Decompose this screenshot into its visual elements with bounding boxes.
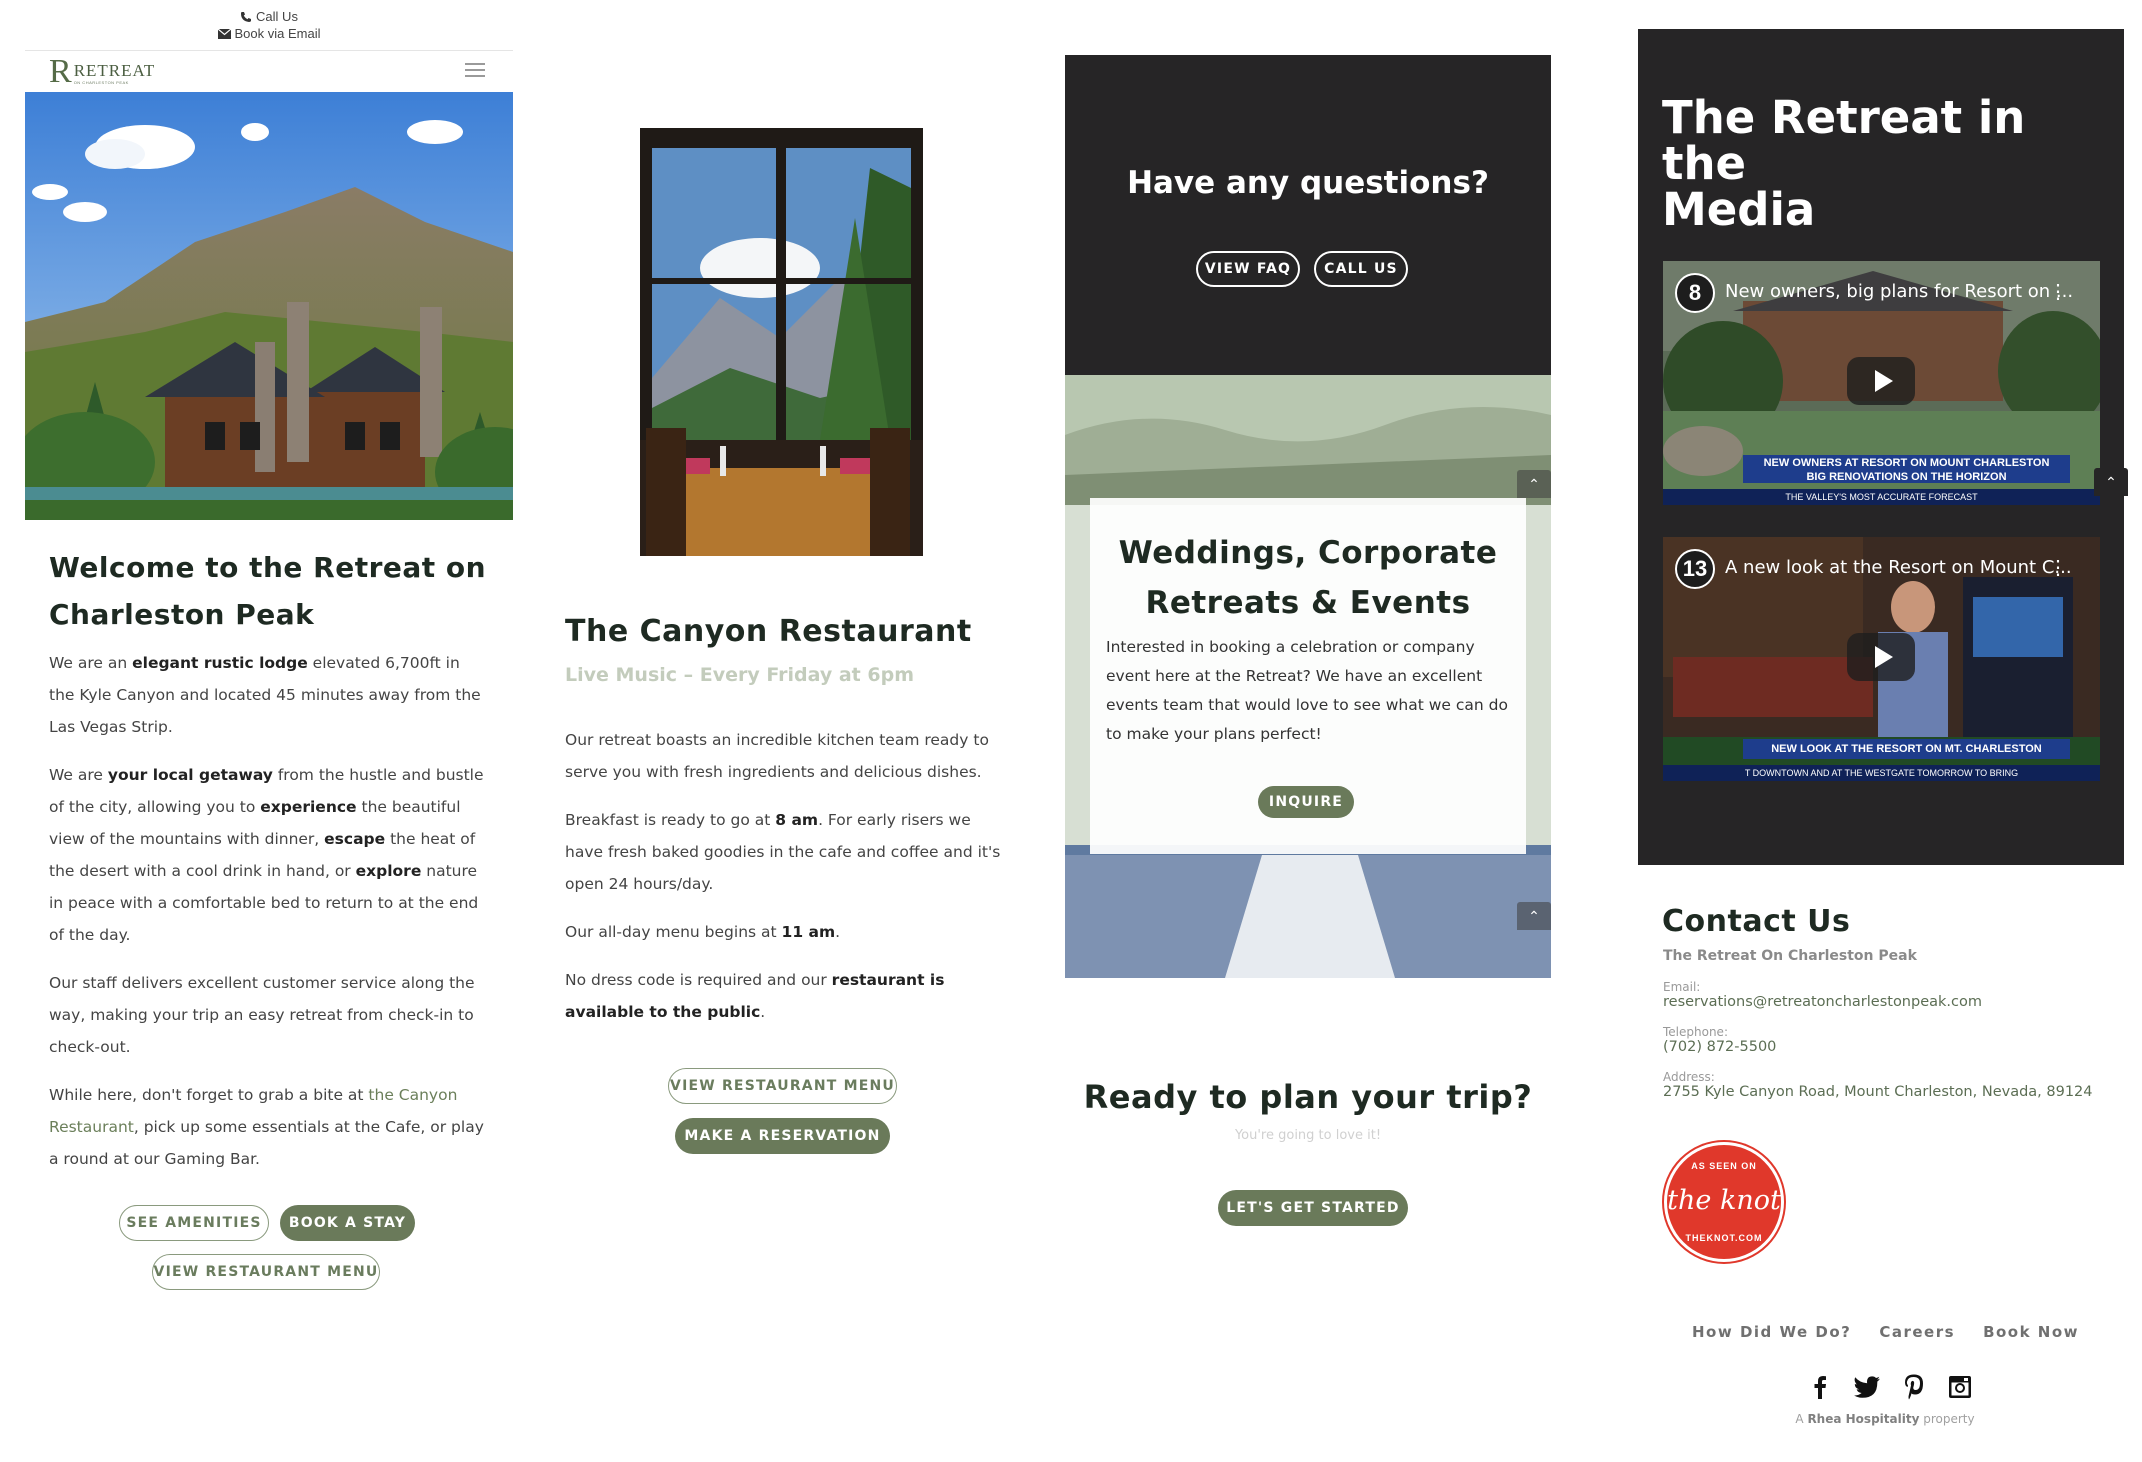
- video-player-1[interactable]: 8 New owners, big plans for Resort on ..…: [1663, 261, 2100, 505]
- video-2-ticker: T DOWNTOWN AND AT THE WESTGATE TOMORROW …: [1663, 765, 2100, 781]
- questions-title: Have any questions?: [1127, 165, 1489, 201]
- events-title: Weddings, Corporate Retreats & Events: [1118, 535, 1498, 621]
- play-icon[interactable]: [1847, 357, 1915, 405]
- call-us-link[interactable]: Call Us: [25, 8, 513, 25]
- channel-13-logo: 13: [1675, 549, 1715, 589]
- contact-title: Contact Us: [1662, 904, 1851, 939]
- restaurant-window-image: [640, 128, 923, 556]
- book-now-link[interactable]: Book Now: [1983, 1323, 2079, 1341]
- menu-icon[interactable]: [465, 63, 485, 77]
- scroll-up-icon-2[interactable]: ⌃: [1517, 902, 1551, 930]
- contact-address-block: Address: 2755 Kyle Canyon Road, Mount Ch…: [1663, 1070, 2093, 1100]
- logo-tagline: ON CHARLESTON PEAK: [73, 80, 129, 85]
- scroll-up-icon[interactable]: ⌃: [1517, 470, 1551, 498]
- rhea-hospitality-link[interactable]: Rhea Hospitality: [1807, 1412, 1919, 1426]
- media-title: The Retreat in the Media: [1662, 91, 2026, 236]
- facebook-icon[interactable]: [1806, 1373, 1834, 1401]
- book-email-label: Book via Email: [234, 26, 321, 41]
- email-link[interactable]: reservations@retreatoncharlestonpeak.com: [1663, 994, 1982, 1010]
- restaurant-menu-button[interactable]: VIEW RESTAURANT MENU: [668, 1068, 897, 1104]
- play-icon-2[interactable]: [1847, 633, 1915, 681]
- restaurant-paragraph-1: Our retreat boasts an incredible kitchen…: [565, 731, 989, 781]
- events-body: Interested in booking a celebration or c…: [1106, 638, 1508, 743]
- call-us-button[interactable]: CALL US: [1314, 251, 1408, 287]
- address-label: Address:: [1663, 1070, 1715, 1084]
- restaurant-paragraph-4: No dress code is required and our restau…: [565, 971, 945, 1021]
- channel-8-logo: 8: [1675, 273, 1715, 313]
- restaurant-body: Our retreat boasts an incredible kitchen…: [565, 724, 1005, 1044]
- call-us-label: Call Us: [256, 9, 298, 24]
- video-1-title: New owners, big plans for Resort on ...: [1725, 281, 2074, 302]
- welcome-paragraph-3: Our staff delivers excellent customer se…: [49, 974, 475, 1056]
- view-faq-button[interactable]: VIEW FAQ: [1196, 251, 1300, 287]
- logo-name: RETREAT: [73, 61, 156, 80]
- envelope-icon: [217, 28, 231, 39]
- welcome-paragraph-1: We are an elegant rustic lodge elevated …: [49, 654, 481, 736]
- email-label: Email:: [1663, 980, 1701, 994]
- welcome-paragraph-2: We are your local getaway from the hustl…: [49, 766, 484, 944]
- restaurant-paragraph-3: Our all-day menu begins at 11 am.: [565, 923, 841, 941]
- phone-link[interactable]: (702) 872-5500: [1663, 1039, 1776, 1055]
- the-knot-badge[interactable]: AS SEEN ON the knot THEKNOT.COM: [1664, 1142, 1784, 1262]
- video-2-title: A new look at the Resort on Mount C...: [1725, 557, 2072, 578]
- events-card: Weddings, Corporate Retreats & Events In…: [1090, 498, 1526, 854]
- instagram-icon[interactable]: [1946, 1373, 1974, 1401]
- how-did-we-do-link[interactable]: How Did We Do?: [1692, 1323, 1851, 1341]
- book-a-stay-button[interactable]: BOOK A STAY: [280, 1205, 415, 1241]
- more-options-icon-2[interactable]: ⋮: [2048, 555, 2068, 580]
- plan-trip-title: Ready to plan your trip?: [1083, 1078, 1533, 1116]
- make-reservation-button[interactable]: MAKE A RESERVATION: [675, 1118, 890, 1154]
- contact-phone-block: Telephone: (702) 872-5500: [1663, 1025, 1776, 1055]
- phone-icon: [241, 11, 252, 22]
- restaurant-title: The Canyon Restaurant: [565, 614, 972, 649]
- questions-section: Have any questions? VIEW FAQ CALL US: [1065, 55, 1551, 375]
- footer-credit: A Rhea Hospitality property: [1795, 1412, 1975, 1426]
- site-header: R RETREAT ON CHARLESTON PEAK: [25, 50, 513, 92]
- contact-email-block: Email: reservations@retreatoncharlestonp…: [1663, 980, 1982, 1010]
- scroll-up-icon-3[interactable]: ⌃: [2094, 468, 2128, 496]
- twitter-icon[interactable]: [1853, 1373, 1881, 1401]
- see-amenities-button[interactable]: SEE AMENITIES: [119, 1205, 269, 1241]
- restaurant-paragraph-2: Breakfast is ready to go at 8 am. For ea…: [565, 811, 1001, 893]
- lets-get-started-button[interactable]: LET'S GET STARTED: [1218, 1190, 1408, 1226]
- more-options-icon[interactable]: ⋮: [2048, 279, 2068, 304]
- contact-org: The Retreat On Charleston Peak: [1663, 948, 1917, 964]
- pinterest-icon[interactable]: [1900, 1373, 1928, 1401]
- video-2-banner: NEW LOOK AT THE RESORT ON MT. CHARLESTON: [1743, 739, 2070, 759]
- welcome-body: We are an elegant rustic lodge elevated …: [49, 647, 489, 1191]
- home-panel: Call Us Book via Email R RETREAT ON CHAR…: [0, 0, 520, 1462]
- logo-letter: R: [49, 53, 72, 90]
- restaurant-subtitle: Live Music – Every Friday at 6pm: [565, 664, 914, 686]
- video-player-2[interactable]: 13 A new look at the Resort on Mount C..…: [1663, 537, 2100, 781]
- inquire-button[interactable]: INQUIRE: [1258, 786, 1354, 818]
- plan-trip-subtitle: You're going to love it!: [1234, 1128, 1382, 1143]
- top-contact-bar: Call Us Book via Email: [25, 8, 513, 42]
- welcome-title: Welcome to the Retreat on Charleston Pea…: [49, 551, 487, 631]
- phone-label: Telephone:: [1663, 1025, 1728, 1039]
- view-restaurant-menu-button[interactable]: VIEW RESTAURANT MENU: [152, 1254, 380, 1290]
- video-1-banner: NEW OWNERS AT RESORT ON MOUNT CHARLESTON…: [1743, 455, 2070, 483]
- video-1-ticker: THE VALLEY'S MOST ACCURATE FORECAST: [1663, 489, 2100, 505]
- address-text: 2755 Kyle Canyon Road, Mount Charleston,…: [1663, 1084, 2093, 1100]
- careers-link[interactable]: Careers: [1879, 1323, 1955, 1341]
- footer-nav: How Did We Do? Careers Book Now: [1692, 1323, 2079, 1341]
- site-logo[interactable]: R RETREAT ON CHARLESTON PEAK: [49, 53, 156, 90]
- book-email-link[interactable]: Book via Email: [25, 25, 513, 42]
- restaurant-panel: The Canyon Restaurant Live Music – Every…: [520, 0, 1020, 1462]
- lodge-hero-image: [25, 92, 513, 520]
- welcome-paragraph-4: While here, don't forget to grab a bite …: [49, 1086, 484, 1168]
